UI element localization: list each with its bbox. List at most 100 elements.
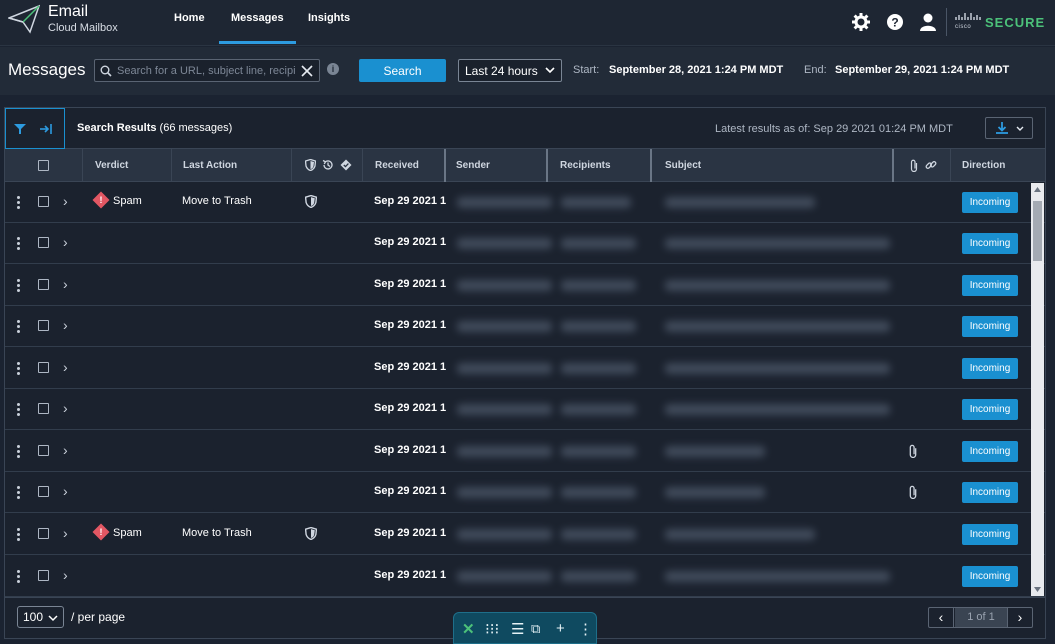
attachment-icon xyxy=(910,159,918,172)
direction-badge[interactable]: Incoming xyxy=(962,482,1018,503)
col-direction[interactable]: Direction xyxy=(962,160,1005,171)
expand-row-icon[interactable]: › xyxy=(63,276,68,292)
info-icon[interactable]: i xyxy=(327,63,339,75)
direction-badge[interactable]: Incoming xyxy=(962,316,1018,337)
scrollbar-thumb[interactable] xyxy=(1033,201,1042,261)
direction-badge[interactable]: Incoming xyxy=(962,233,1018,254)
row-checkbox[interactable] xyxy=(38,196,49,207)
row-menu-icon[interactable] xyxy=(17,528,20,541)
table-row[interactable]: › Sep 29 2021 1 Incoming xyxy=(5,556,1045,597)
next-page-button[interactable]: › xyxy=(1007,608,1032,627)
collapse-panel-icon[interactable] xyxy=(40,123,52,135)
row-menu-icon[interactable] xyxy=(17,570,20,583)
sender-redacted xyxy=(457,280,552,291)
search-field[interactable] xyxy=(94,59,320,82)
table-row[interactable]: › Sep 29 2021 1 Incoming xyxy=(5,265,1045,306)
column-divider[interactable] xyxy=(650,149,652,182)
table-row[interactable]: ›! Spam Move to Trash Sep 29 2021 1 Incoming xyxy=(5,514,1045,555)
row-checkbox[interactable] xyxy=(38,237,49,248)
table-row[interactable]: › Sep 29 2021 1 Incoming xyxy=(5,472,1045,513)
expand-row-icon[interactable]: › xyxy=(63,567,68,583)
chevron-down-icon xyxy=(48,615,58,622)
tab-home[interactable]: Home xyxy=(174,12,205,24)
row-menu-icon[interactable] xyxy=(17,237,20,250)
table-row[interactable]: ›! Spam Move to Trash Sep 29 2021 1 Incoming xyxy=(5,182,1045,223)
help-icon[interactable]: ? xyxy=(885,12,905,32)
expand-row-icon[interactable]: › xyxy=(63,442,68,458)
expand-row-icon[interactable]: › xyxy=(63,317,68,333)
col-received[interactable]: Received xyxy=(375,160,419,171)
expand-row-icon[interactable]: › xyxy=(63,193,68,209)
column-divider[interactable] xyxy=(546,149,548,182)
user-icon[interactable] xyxy=(918,12,938,32)
row-checkbox[interactable] xyxy=(38,528,49,539)
clear-icon[interactable] xyxy=(301,65,313,77)
expand-row-icon[interactable]: › xyxy=(63,483,68,499)
row-checkbox[interactable] xyxy=(38,445,49,456)
direction-badge[interactable]: Incoming xyxy=(962,524,1018,545)
table-row[interactable]: › Sep 29 2021 1 Incoming xyxy=(5,389,1045,430)
row-menu-icon[interactable] xyxy=(17,486,20,499)
plus-icon[interactable]: + xyxy=(556,620,565,637)
direction-badge[interactable]: Incoming xyxy=(962,192,1018,213)
search-input[interactable] xyxy=(117,63,297,79)
received-time: Sep 29 2021 1 xyxy=(374,278,447,290)
row-checkbox[interactable] xyxy=(38,320,49,331)
table-row[interactable]: › Sep 29 2021 1 Incoming xyxy=(5,223,1045,264)
direction-badge[interactable]: Incoming xyxy=(962,441,1018,462)
direction-badge[interactable]: Incoming xyxy=(962,566,1018,587)
table-row[interactable]: › Sep 29 2021 1 Incoming xyxy=(5,348,1045,389)
col-sender[interactable]: Sender xyxy=(456,160,490,171)
row-checkbox[interactable] xyxy=(38,570,49,581)
table-row[interactable]: › Sep 29 2021 1 Incoming xyxy=(5,306,1045,347)
row-checkbox[interactable] xyxy=(38,362,49,373)
expand-row-icon[interactable]: › xyxy=(63,525,68,541)
row-checkbox[interactable] xyxy=(38,403,49,414)
per-page-select[interactable]: 100 xyxy=(17,606,64,628)
subject-redacted xyxy=(665,571,890,582)
tab-messages[interactable]: Messages xyxy=(231,12,284,24)
drag-handle-icon[interactable]: ⋮ xyxy=(578,620,593,638)
expand-row-icon[interactable]: › xyxy=(63,400,68,416)
row-menu-icon[interactable] xyxy=(17,320,20,333)
time-range-select[interactable]: Last 24 hours xyxy=(458,59,562,82)
col-subject[interactable]: Subject xyxy=(665,160,701,171)
tab-insights[interactable]: Insights xyxy=(308,12,350,24)
download-button[interactable] xyxy=(985,117,1033,139)
row-menu-icon[interactable] xyxy=(17,403,20,416)
prev-page-button[interactable]: ‹ xyxy=(929,608,954,627)
end-label: End: xyxy=(804,64,827,76)
list-icon[interactable]: ☰ xyxy=(511,620,524,638)
column-divider[interactable] xyxy=(892,149,894,182)
row-menu-icon[interactable] xyxy=(17,196,20,209)
window-search-icon[interactable]: ⧉ xyxy=(531,621,540,637)
filter-icon[interactable] xyxy=(14,123,26,135)
col-recipients[interactable]: Recipients xyxy=(560,160,611,171)
table-row[interactable]: › Sep 29 2021 1 Incoming xyxy=(5,431,1045,472)
scroll-down-icon[interactable] xyxy=(1034,587,1041,592)
direction-badge[interactable]: Incoming xyxy=(962,275,1018,296)
direction-badge[interactable]: Incoming xyxy=(962,399,1018,420)
results-panel: Search Results (66 messages) Latest resu… xyxy=(4,107,1046,639)
direction-badge[interactable]: Incoming xyxy=(962,358,1018,379)
column-divider[interactable] xyxy=(444,149,446,182)
search-button[interactable]: Search xyxy=(359,59,446,82)
expand-row-icon[interactable]: › xyxy=(63,359,68,375)
row-checkbox[interactable] xyxy=(38,486,49,497)
row-menu-icon[interactable] xyxy=(17,445,20,458)
filter-toggle[interactable] xyxy=(5,108,65,149)
row-menu-icon[interactable] xyxy=(17,362,20,375)
expand-row-icon[interactable]: › xyxy=(63,234,68,250)
shield-icon xyxy=(305,527,317,540)
select-all-checkbox[interactable] xyxy=(38,160,49,171)
row-checkbox[interactable] xyxy=(38,279,49,290)
grid-icon[interactable]: ⁝⁝⁝ xyxy=(485,620,499,638)
row-menu-icon[interactable] xyxy=(17,279,20,292)
sender-redacted xyxy=(457,197,552,208)
gear-icon[interactable] xyxy=(851,12,871,32)
col-verdict[interactable]: Verdict xyxy=(95,160,128,171)
vertical-scrollbar[interactable] xyxy=(1031,183,1044,596)
col-last-action[interactable]: Last Action xyxy=(183,160,237,171)
scroll-up-icon[interactable] xyxy=(1034,187,1041,192)
close-icon[interactable]: ✕ xyxy=(462,620,475,638)
